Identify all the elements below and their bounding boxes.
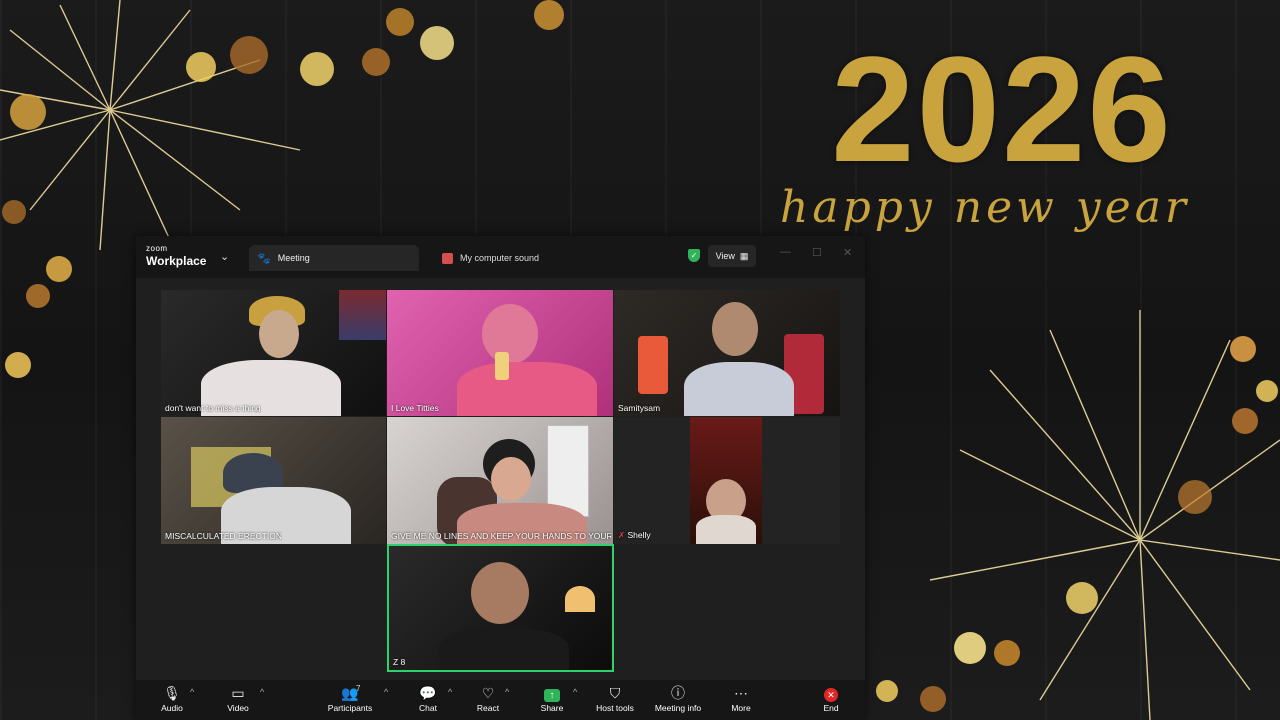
title-bar: zoom Workplace ⌄ 🐾 Meeting My computer s… xyxy=(136,236,865,278)
grid-icon: ▦ xyxy=(739,250,749,261)
end-label: End xyxy=(823,703,839,713)
participant-body xyxy=(696,515,756,544)
audio-label: Audio xyxy=(161,703,183,713)
share-options-caret-icon[interactable]: ^ xyxy=(573,687,577,697)
shield-icon: ⛉ xyxy=(609,685,621,701)
participant-body xyxy=(457,362,597,416)
participant-body xyxy=(439,628,569,670)
participant-head xyxy=(259,310,299,358)
lamp-shape xyxy=(565,586,595,612)
participants-icon: 👥 xyxy=(341,685,359,701)
shield-check-icon[interactable]: ✓ xyxy=(688,249,700,262)
video-tile[interactable]: I Love Titties xyxy=(387,290,613,416)
participant-name-row: ✗ Shelly xyxy=(618,530,651,541)
participant-name: Z 8 xyxy=(393,657,406,667)
zoom-workplace-logo[interactable]: zoom Workplace xyxy=(146,244,207,268)
meeting-info-button[interactable]: ⓘ Meeting info xyxy=(648,683,708,719)
video-button[interactable]: ▭ Video xyxy=(208,683,268,719)
participants-button[interactable]: 👥 7 Participants xyxy=(320,683,380,719)
participant-video xyxy=(690,417,762,544)
participants-count: 7 xyxy=(356,684,361,693)
video-tile[interactable]: Samitysam xyxy=(614,290,840,416)
video-camera-icon: ▭ xyxy=(231,685,245,701)
participants-label: Participants xyxy=(327,703,373,713)
participant-head xyxy=(471,562,529,624)
mic-muted-icon: ✗ xyxy=(618,530,626,540)
participant-head xyxy=(491,457,531,501)
tab-meeting[interactable]: 🐾 Meeting xyxy=(249,245,419,271)
participant-head xyxy=(482,304,538,364)
end-call-icon: ✕ xyxy=(824,688,838,702)
new-year-greeting-text: happy new year xyxy=(780,182,1190,233)
meeting-info-label: Meeting info xyxy=(654,703,702,713)
participant-name: MISCALCULATED ERECTION xyxy=(165,531,282,541)
more-label: More xyxy=(731,703,751,713)
video-options-caret-icon[interactable]: ^ xyxy=(260,687,264,697)
video-tile[interactable]: ✗ Shelly xyxy=(614,417,840,544)
microphone-shape xyxy=(495,352,509,380)
host-tools-button[interactable]: ⛉ Host tools xyxy=(585,683,645,719)
tab-meeting-label: Meeting xyxy=(277,253,310,263)
video-tile[interactable]: don't want to miss a thing xyxy=(161,290,386,416)
participant-name: don't want to miss a thing xyxy=(165,403,261,413)
participant-body xyxy=(684,362,794,416)
new-year-year-text: 2026 xyxy=(831,25,1173,193)
audio-options-caret-icon[interactable]: ^ xyxy=(190,687,194,697)
participant-name: Shelly xyxy=(627,530,651,540)
video-label: Video xyxy=(227,703,249,713)
paw-icon: 🐾 xyxy=(257,252,271,265)
video-tile[interactable]: GIVE ME NO LINES AND KEEP YOUR HANDS TO … xyxy=(387,417,613,544)
brand-top-label: zoom xyxy=(146,244,168,253)
minimize-icon[interactable]: — xyxy=(780,246,791,258)
chat-options-caret-icon[interactable]: ^ xyxy=(448,687,452,697)
maximize-icon[interactable]: ☐ xyxy=(812,246,822,259)
more-button[interactable]: ⋯ More xyxy=(711,683,771,719)
flag-decoration xyxy=(339,290,386,340)
participant-name: Samitysam xyxy=(618,403,661,413)
participant-name: GIVE ME NO LINES AND KEEP YOUR HANDS TO … xyxy=(391,531,611,541)
participant-head xyxy=(712,302,758,356)
brand-bottom-label: Workplace xyxy=(146,254,207,268)
chevron-down-icon[interactable]: ⌄ xyxy=(220,250,229,263)
participants-options-caret-icon[interactable]: ^ xyxy=(384,687,388,697)
participant-name: I Love Titties xyxy=(391,403,439,413)
react-options-caret-icon[interactable]: ^ xyxy=(505,687,509,697)
meeting-toolbar: 🎙 Audio ^ ▭ Video ^ 👥 7 Participants ^ 💬… xyxy=(136,680,865,720)
share-label: Share xyxy=(540,703,564,713)
more-icon: ⋯ xyxy=(734,685,748,701)
chat-label: Chat xyxy=(419,703,437,713)
tab-computer-sound[interactable]: My computer sound xyxy=(438,245,598,271)
react-label: React xyxy=(476,703,500,713)
tab-sound-label: My computer sound xyxy=(460,253,540,263)
sound-icon xyxy=(442,252,453,264)
info-icon: ⓘ xyxy=(671,685,685,701)
video-tile-active-speaker[interactable]: Z 8 xyxy=(387,544,614,672)
zoom-meeting-window: zoom Workplace ⌄ 🐾 Meeting My computer s… xyxy=(136,236,865,720)
end-button[interactable]: ✕ End xyxy=(801,683,861,719)
close-icon[interactable]: ✕ xyxy=(843,246,852,259)
video-tile[interactable]: MISCALCULATED ERECTION xyxy=(161,417,386,544)
view-label: View xyxy=(715,251,735,261)
host-tools-label: Host tools xyxy=(596,703,634,713)
share-screen-icon: ↑ xyxy=(544,689,560,702)
view-button[interactable]: View ▦ xyxy=(708,245,756,267)
lamp-shape xyxy=(638,336,668,394)
door-shape xyxy=(547,425,589,517)
